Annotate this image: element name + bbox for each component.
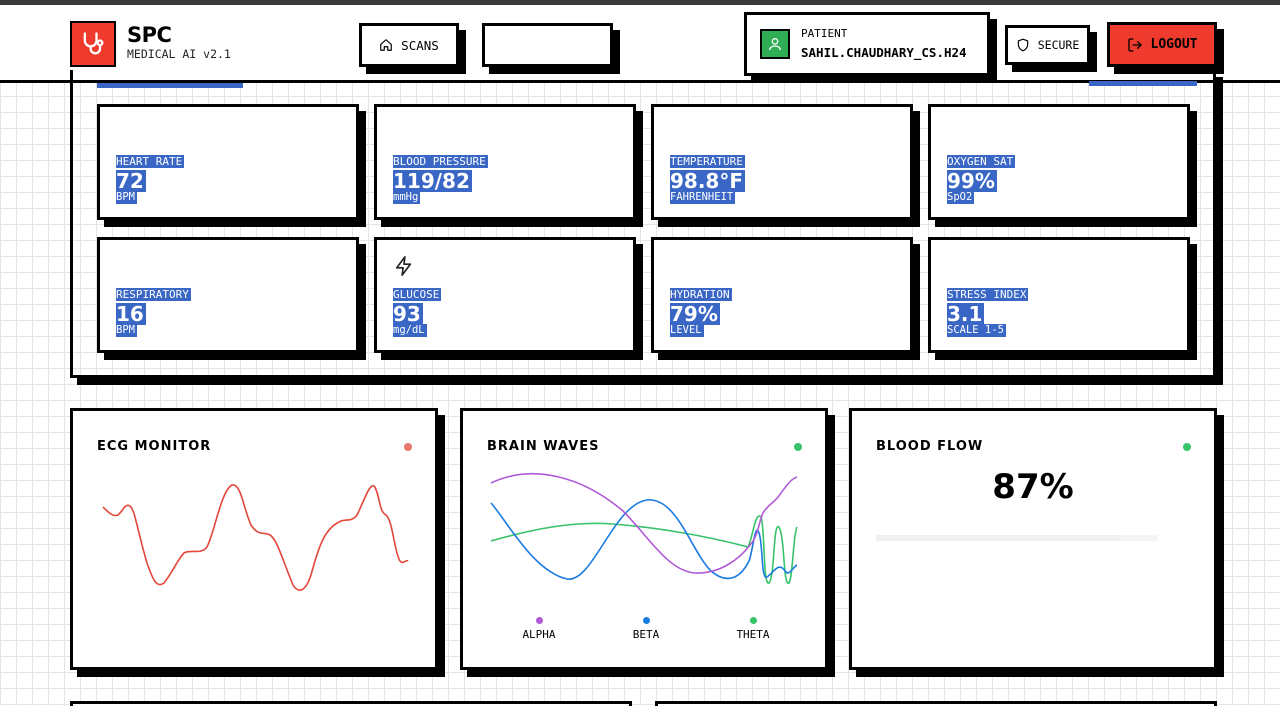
vital-card-heart-rate[interactable]: HEART RATE 72 BPM: [97, 104, 359, 220]
vital-unit: mg/dL: [393, 324, 427, 337]
vital-label: HEART RATE: [116, 155, 185, 168]
legend-theta: THETA: [723, 617, 783, 641]
vital-card-stress-index[interactable]: STRESS INDEX 3.1 SCALE 1-5: [928, 237, 1190, 353]
legend-theta-label: THETA: [736, 628, 770, 641]
legend-alpha-label: ALPHA: [522, 628, 556, 641]
vital-label: GLUCOSE: [393, 288, 442, 301]
blood-flow-bar-fill: [876, 535, 1122, 541]
vital-label: OXYGEN SAT: [947, 155, 1016, 168]
user-icon: [760, 29, 790, 59]
vital-value: 99%: [947, 169, 997, 193]
home-icon: [380, 39, 393, 51]
vital-label: BLOOD PRESSURE: [393, 155, 488, 168]
patient-label: PATIENT: [801, 27, 848, 40]
vital-value: 3.1: [947, 302, 985, 326]
bottom-card-left: [70, 701, 632, 706]
scans-button[interactable]: SCANS: [359, 23, 459, 67]
stethoscope-icon[interactable]: [70, 21, 116, 67]
bottom-card-right: [655, 701, 1217, 706]
vital-card-blood-pressure[interactable]: BLOOD PRESSURE 119/82 mmHg: [374, 104, 636, 220]
logout-button[interactable]: LOGOUT: [1107, 22, 1217, 67]
legend-alpha: ALPHA: [509, 617, 569, 641]
blood-flow-bar: [876, 535, 1158, 541]
scans-label: SCANS: [401, 37, 439, 53]
brand: SPC MEDICAL AI v2.1: [127, 23, 231, 61]
vital-unit: BPM: [116, 324, 137, 337]
shield-icon: [1017, 38, 1028, 52]
vital-label: TEMPERATURE: [670, 155, 745, 168]
vital-value: 16: [116, 302, 146, 326]
brand-name: SPC: [127, 23, 172, 47]
nav-button-blank[interactable]: [482, 23, 613, 67]
ecg-waveform: [102, 484, 409, 591]
vital-value: 119/82: [393, 169, 472, 193]
secure-button[interactable]: SECURE: [1005, 25, 1090, 65]
patient-name: SAHIL.CHAUDHARY_CS.H24: [801, 45, 967, 60]
vital-unit: FAHRENHEIT: [670, 191, 736, 204]
alpha-wave: [490, 472, 798, 574]
vital-value: 72: [116, 169, 146, 193]
lightning-icon: [395, 256, 412, 276]
vital-label: HYDRATION: [670, 288, 732, 301]
vital-value: 93: [393, 302, 423, 326]
secure-label: SECURE: [1037, 38, 1080, 52]
vital-card-temperature[interactable]: TEMPERATURE 98.8°F FAHRENHEIT: [651, 104, 913, 220]
vital-card-hydration[interactable]: HYDRATION 79% LEVEL: [651, 237, 913, 353]
brand-version: MEDICAL AI v2.1: [127, 47, 231, 61]
logout-icon: [1127, 37, 1142, 52]
vital-unit: mmHg: [393, 191, 421, 204]
legend-beta: BETA: [616, 617, 676, 641]
ecg-line: [102, 484, 409, 591]
vital-unit: LEVEL: [670, 324, 704, 337]
vital-label: RESPIRATORY: [116, 288, 191, 301]
selection-highlight: [97, 83, 243, 88]
vital-card-respiratory[interactable]: RESPIRATORY 16 BPM: [97, 237, 359, 353]
legend-theta-dot: [749, 617, 757, 624]
legend-beta-dot: [642, 617, 650, 624]
vital-value: 98.8°F: [670, 169, 746, 193]
blood-flow-title: BLOOD FLOW: [876, 439, 984, 454]
patient-badge[interactable]: PATIENT SAHIL.CHAUDHARY_CS.H24: [744, 12, 990, 76]
blood-flow-card: BLOOD FLOW 87%: [849, 408, 1217, 670]
selection-highlight: [1089, 81, 1197, 86]
brain-waves-card: BRAIN WAVES ALPHA BETA THETA: [460, 408, 828, 670]
legend-beta-label: BETA: [632, 628, 660, 641]
legend-alpha-dot: [535, 617, 543, 624]
logout-label: LOGOUT: [1150, 37, 1198, 52]
ecg-monitor-card: ECG MONITOR: [70, 408, 438, 670]
vital-card-glucose[interactable]: GLUCOSE 93 mg/dL: [374, 237, 636, 353]
blood-flow-status-dot: [1183, 443, 1191, 451]
blood-flow-value: 87%: [992, 467, 1074, 507]
vital-unit: SpO2: [947, 191, 975, 204]
vital-card-oxygen-sat[interactable]: OXYGEN SAT 99% SpO2: [928, 104, 1190, 220]
vital-unit: BPM: [116, 191, 137, 204]
vital-value: 79%: [670, 302, 720, 326]
vital-label: STRESS INDEX: [947, 288, 1029, 301]
vital-unit: SCALE 1-5: [947, 324, 1006, 337]
